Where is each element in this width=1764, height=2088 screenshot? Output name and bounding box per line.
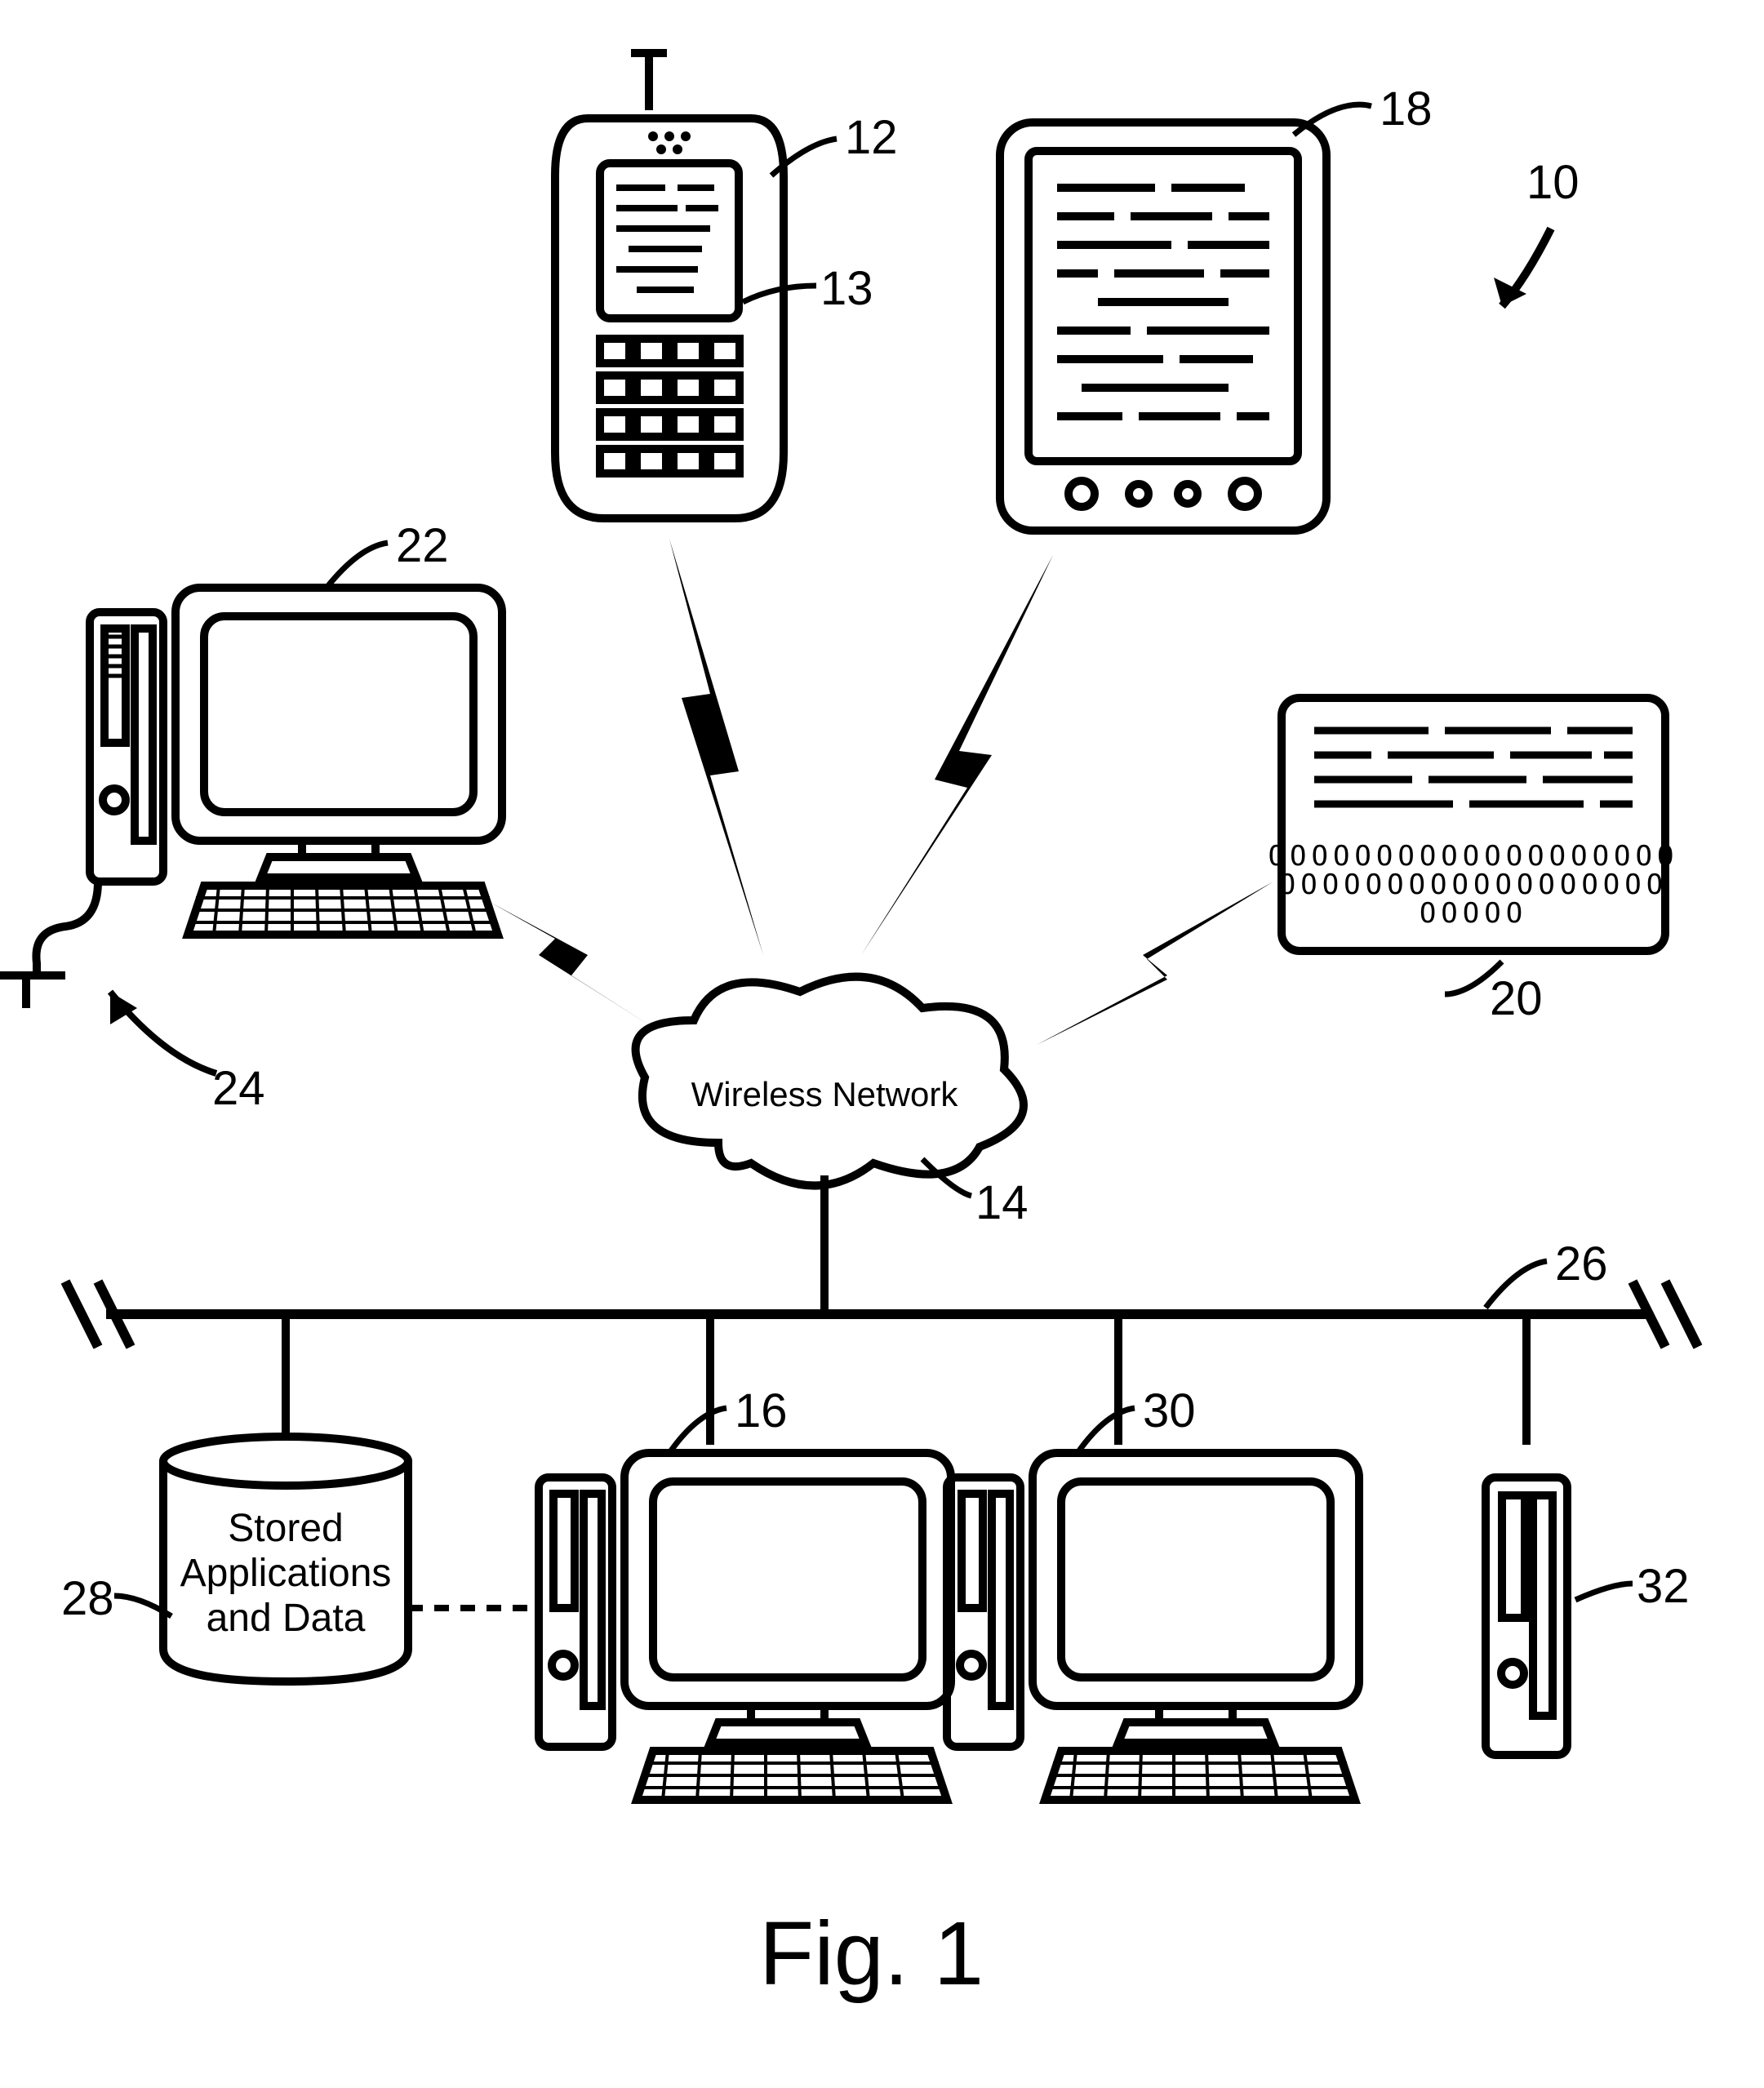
desktop-pc-icon	[0, 588, 502, 1008]
ref-14: 14	[975, 1175, 1029, 1230]
database-line3: and Data	[176, 1596, 396, 1641]
ref-20: 20	[1490, 971, 1543, 1026]
database-text: Stored Applications and Data	[176, 1506, 396, 1642]
ref-30: 30	[1143, 1384, 1196, 1438]
ref-10: 10	[1526, 155, 1580, 210]
database-line1: Stored	[176, 1506, 396, 1551]
database-line2: Applications	[176, 1551, 396, 1596]
server-pc-16-icon	[539, 1453, 951, 1800]
ref-28: 28	[61, 1571, 114, 1626]
terminal-icon: OOOOOOOOOOOOOOOOOOO OOOOOOOOOOOOOOOOOO O…	[1269, 698, 1679, 951]
ref-24: 24	[212, 1061, 265, 1116]
figure-caption: Fig. 1	[759, 1902, 984, 2006]
server-tower-32-icon	[1486, 1477, 1567, 1755]
ref-18: 18	[1380, 82, 1433, 136]
tablet-icon	[1000, 122, 1326, 531]
server-pc-30-icon	[947, 1453, 1359, 1800]
diagram-canvas: OOOOOOOOOOOOOOOOOOO OOOOOOOOOOOOOOOOOO O…	[0, 0, 1764, 2088]
ref-32: 32	[1637, 1559, 1690, 1614]
ref-26: 26	[1555, 1237, 1608, 1291]
svg-text:OOOOO: OOOOO	[1420, 897, 1527, 930]
ref-16: 16	[735, 1384, 788, 1438]
wireless-bolts	[490, 539, 1273, 1045]
mobile-phone-icon	[555, 53, 784, 518]
ref-12: 12	[845, 110, 898, 165]
ref-10-arrow	[1494, 229, 1551, 306]
network-bus	[65, 1282, 1698, 1347]
cloud-icon: Wireless Network	[636, 977, 1024, 1186]
ref-22: 22	[396, 518, 449, 573]
cloud-label-svg: Wireless Network	[691, 1075, 959, 1113]
ref-13: 13	[820, 261, 873, 316]
drawing-layer: OOOOOOOOOOOOOOOOOOO OOOOOOOOOOOOOOOOOO O…	[0, 0, 1764, 2088]
svg-text:OOOOOOOOOOOOOOOOOOO: OOOOOOOOOOOOOOOOOOO	[1269, 840, 1679, 873]
svg-text:OOOOOOOOOOOOOOOOOO: OOOOOOOOOOOOOOOOOO	[1279, 869, 1668, 901]
